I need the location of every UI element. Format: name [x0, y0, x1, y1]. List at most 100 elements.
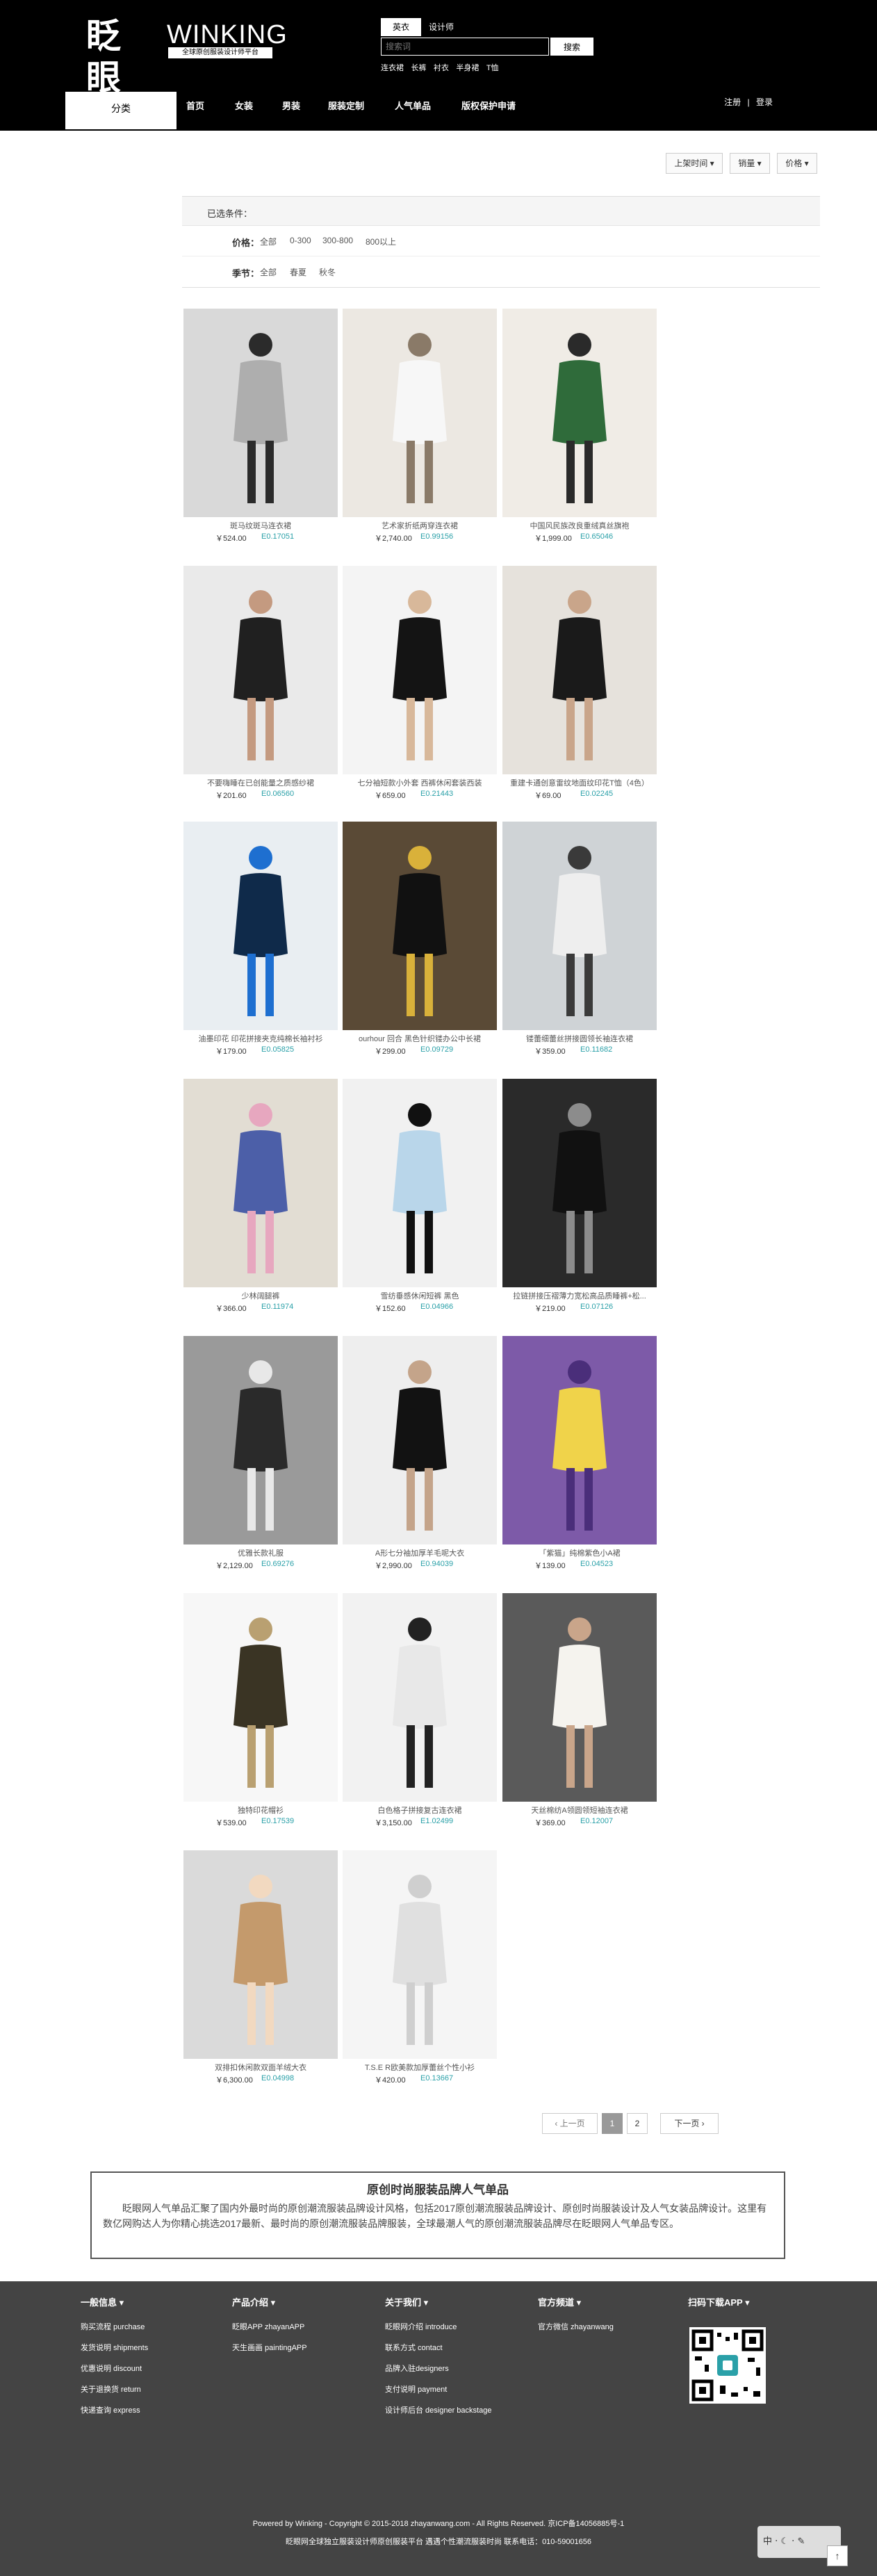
- footer-link[interactable]: 发货说明 shipments: [81, 2338, 148, 2358]
- filter-option[interactable]: 0-300: [290, 236, 311, 245]
- footer-link[interactable]: 官方微信 zhayanwang: [538, 2317, 614, 2338]
- sort-by-time[interactable]: 上架时间 ▾: [666, 153, 723, 174]
- footer-link[interactable]: 设计师后台 designer backstage: [385, 2400, 491, 2421]
- product-image[interactable]: [183, 309, 338, 517]
- filter-option[interactable]: 春夏: [290, 266, 306, 278]
- hot-word[interactable]: 连衣裙: [381, 63, 404, 74]
- footer-col-title[interactable]: 一般信息 ▾: [81, 2295, 148, 2308]
- product-image[interactable]: [502, 309, 657, 517]
- product-name[interactable]: 独特印花帽衫: [183, 1804, 338, 1816]
- product-image[interactable]: [183, 822, 338, 1030]
- footer-link[interactable]: 品牌入驻designers: [385, 2358, 491, 2379]
- product-image[interactable]: [183, 1079, 338, 1287]
- sort-by-sales[interactable]: 销量 ▾: [730, 153, 770, 174]
- product-image[interactable]: [502, 1079, 657, 1287]
- register-link[interactable]: 注册: [724, 97, 741, 107]
- product-image[interactable]: [502, 566, 657, 774]
- product-price: ￥1,999.00: [534, 535, 572, 543]
- footer-link[interactable]: 眨眼APP zhayanAPP: [232, 2317, 307, 2338]
- nav-item-home[interactable]: 首页: [186, 96, 204, 117]
- footer-col-products: 产品介绍 ▾ 眨眼APP zhayanAPP 天生画画 paintingAPP: [232, 2295, 307, 2358]
- hot-word[interactable]: 半身裙: [456, 63, 479, 74]
- product-name[interactable]: T.S.E R欧美款加厚蕾丝个性小衫: [343, 2062, 497, 2073]
- footer-link[interactable]: 天生画画 paintingAPP: [232, 2338, 307, 2358]
- hot-word[interactable]: 衬衣: [434, 63, 449, 74]
- product-image[interactable]: [183, 1593, 338, 1802]
- product-image[interactable]: [343, 1336, 497, 1544]
- footer-col-title[interactable]: 产品介绍 ▾: [232, 2295, 307, 2308]
- footer-link[interactable]: 关于退换货 return: [81, 2379, 148, 2400]
- filter-option[interactable]: 800以上: [366, 236, 396, 247]
- hot-word[interactable]: T恤: [486, 63, 499, 74]
- product-exchange-price: E0.11682: [580, 1045, 613, 1054]
- product-image[interactable]: [343, 566, 497, 774]
- product-name[interactable]: A形七分袖加厚羊毛呢大衣: [343, 1547, 497, 1558]
- hot-word[interactable]: 长裤: [411, 63, 426, 74]
- product-image[interactable]: [502, 1336, 657, 1544]
- product-name[interactable]: 优雅长款礼服: [183, 1547, 338, 1558]
- product-image[interactable]: [343, 1850, 497, 2059]
- product-image[interactable]: [343, 822, 497, 1030]
- search-input[interactable]: [381, 38, 549, 56]
- product-name[interactable]: 天丝棉纺A领圆领短袖连衣裙: [502, 1804, 657, 1816]
- nav-item-popular[interactable]: 人气单品: [395, 96, 431, 117]
- product-exchange-price: E1.02499: [420, 1817, 454, 1825]
- filter-option[interactable]: 全部: [260, 236, 277, 247]
- product-name[interactable]: 艺术家折纸两穿连衣裙: [343, 520, 497, 531]
- footer-col-title[interactable]: 官方频道 ▾: [538, 2295, 614, 2308]
- nav-active-arrow-icon: ▼: [410, 26, 416, 33]
- search-tab-designer[interactable]: 设计师: [421, 18, 461, 36]
- prev-page-button[interactable]: ‹ 上一页: [542, 2113, 598, 2134]
- footer-link[interactable]: 支付说明 payment: [385, 2379, 491, 2400]
- product-image[interactable]: [343, 309, 497, 517]
- nav-category-button[interactable]: 分类: [65, 92, 177, 129]
- product-name[interactable]: 重建卡通创意雷纹地面纹印花T恤（4色）: [502, 777, 657, 788]
- product-exchange-price: E0.05825: [261, 1045, 295, 1054]
- footer-link[interactable]: 快递查询 express: [81, 2400, 148, 2421]
- product-name[interactable]: 少林阔腿裤: [183, 1290, 338, 1301]
- product-image[interactable]: [502, 822, 657, 1030]
- login-link[interactable]: 登录: [756, 97, 773, 107]
- nav-item-women[interactable]: 女装: [235, 96, 253, 117]
- filter-option[interactable]: 300-800: [322, 236, 353, 245]
- product-image[interactable]: [183, 1850, 338, 2059]
- product-name[interactable]: 不要嗨睡在已创能量之质感纱裙: [183, 777, 338, 788]
- product-image[interactable]: [502, 1593, 657, 1802]
- footer-link[interactable]: 眨眼网介绍 introduce: [385, 2317, 491, 2338]
- intro-title: 原创时尚服装品牌人气单品: [367, 2183, 509, 2196]
- filter-option[interactable]: 秋冬: [319, 266, 336, 278]
- product-name[interactable]: 镂蕾细蕾丝拼接圆领长袖连衣裙: [502, 1033, 657, 1044]
- footer-col-title[interactable]: 关于我们 ▾: [385, 2295, 491, 2308]
- product-name[interactable]: 双排扣休闲款双面羊绒大衣: [183, 2062, 338, 2073]
- page-2-button[interactable]: 2: [627, 2113, 648, 2134]
- footer-link[interactable]: 优惠说明 discount: [81, 2358, 148, 2379]
- intro-text: 眨眼网人气单品汇聚了国内外最时尚的原创潮流服装品牌设计风格，包括2017原创潮流…: [103, 2203, 767, 2229]
- product-name[interactable]: 雪纺垂感休闲短裤 黑色: [343, 1290, 497, 1301]
- sort-by-price[interactable]: 价格 ▾: [777, 153, 817, 174]
- product-name[interactable]: 七分袖短款小外套 西裤休闲套装西装: [343, 777, 497, 788]
- product-image[interactable]: [183, 566, 338, 774]
- nav-item-men[interactable]: 男装: [282, 96, 300, 117]
- product-name[interactable]: 「紫猫」纯棉紫色小A裙: [502, 1547, 657, 1558]
- product-name[interactable]: 拉链拼接压褶薄力宽松高品质睡裤+松...: [502, 1290, 657, 1301]
- product-price: ￥2,990.00: [375, 1562, 412, 1570]
- product-name[interactable]: 斑马纹斑马连衣裙: [183, 520, 338, 531]
- filter-option[interactable]: 全部: [260, 266, 277, 278]
- nav-item-custom[interactable]: 服装定制: [328, 96, 364, 117]
- product-name[interactable]: ourhour 回合 黑色针织镂办公中长裙: [343, 1033, 497, 1044]
- footer-col-channel: 官方频道 ▾ 官方微信 zhayanwang: [538, 2295, 614, 2338]
- product-image[interactable]: [343, 1079, 497, 1287]
- footer-link[interactable]: 购买流程 purchase: [81, 2317, 148, 2338]
- footer-col-title[interactable]: 扫码下载APP ▾: [688, 2295, 750, 2308]
- product-name[interactable]: 油墨印花 印花拼接夹克纯棉长袖衬衫: [183, 1033, 338, 1044]
- product-name[interactable]: 白色格子拼接复古连衣裙: [343, 1804, 497, 1816]
- nav-item-copyright[interactable]: 版权保护申请: [461, 96, 516, 117]
- back-to-top-button[interactable]: ↑: [827, 2545, 848, 2566]
- product-image[interactable]: [343, 1593, 497, 1802]
- footer-link[interactable]: 联系方式 contact: [385, 2338, 491, 2358]
- page-1-button[interactable]: 1: [602, 2113, 623, 2134]
- next-page-button[interactable]: 下一页 ›: [660, 2113, 719, 2134]
- product-name[interactable]: 中国风民族改良重绒真丝旗袍: [502, 520, 657, 531]
- search-button[interactable]: 搜索: [550, 38, 593, 56]
- product-image[interactable]: [183, 1336, 338, 1544]
